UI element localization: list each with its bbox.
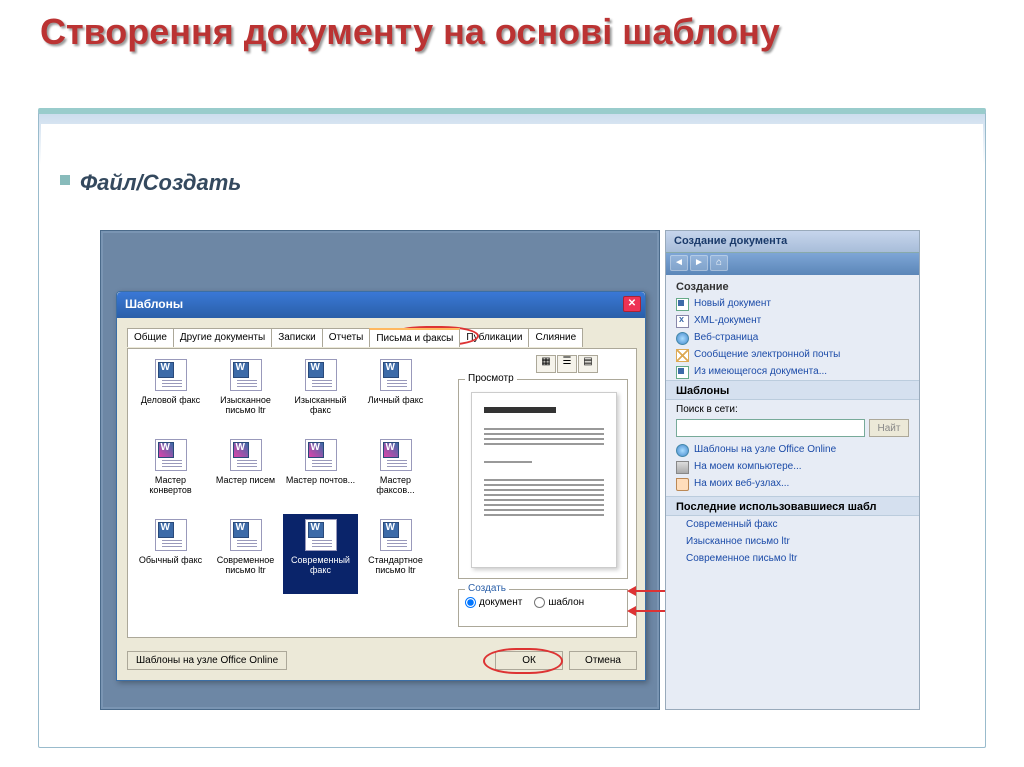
computer-icon bbox=[676, 461, 689, 474]
preview-page bbox=[471, 392, 617, 568]
screenshot-area: Шаблоны ✕ Общие Другие документы Записки… bbox=[100, 230, 920, 710]
mail-icon bbox=[676, 349, 689, 362]
slide-title: Створення документу на основі шаблону bbox=[40, 12, 780, 52]
globe-icon bbox=[676, 444, 689, 457]
bullet-icon bbox=[60, 175, 70, 185]
close-icon[interactable]: ✕ bbox=[623, 296, 641, 312]
office-online-button[interactable]: Шаблоны на узле Office Online bbox=[127, 651, 287, 670]
template-item[interactable]: Мастер писем bbox=[208, 434, 283, 514]
word-icon bbox=[305, 519, 337, 551]
dialog-tabs: Общие Другие документы Записки Отчеты Пи… bbox=[127, 328, 582, 347]
xml-icon bbox=[676, 315, 689, 328]
search-button[interactable]: Найт bbox=[869, 419, 909, 437]
tab-merge[interactable]: Слияние bbox=[528, 328, 583, 347]
tab-letters-faxes[interactable]: Письма и факсы bbox=[369, 328, 460, 347]
taskpane-item-websites[interactable]: На моих веб-узлах... bbox=[666, 475, 919, 492]
word-icon bbox=[230, 519, 262, 551]
recent-item[interactable]: Изысканное письмо ltr bbox=[666, 533, 919, 550]
wizard-icon bbox=[305, 439, 337, 471]
document-icon bbox=[676, 366, 689, 379]
taskpane-item-web[interactable]: Веб-страница bbox=[666, 329, 919, 346]
word-icon bbox=[155, 359, 187, 391]
taskpane-search: Найт bbox=[666, 415, 919, 441]
template-item[interactable]: Современное письмо ltr bbox=[208, 514, 283, 594]
word-icon bbox=[380, 359, 412, 391]
template-item[interactable]: Мастер конвертов bbox=[133, 434, 208, 514]
taskpane-item-computer[interactable]: На моем компьютере... bbox=[666, 458, 919, 475]
section-recent: Последние использовавшиеся шабл bbox=[666, 496, 919, 516]
wizard-icon bbox=[230, 439, 262, 471]
task-pane: Создание документа ◄ ► ⌂ Создание Новый … bbox=[665, 230, 920, 710]
dialog-title: Шаблоны bbox=[125, 297, 183, 311]
tab-other-docs[interactable]: Другие документы bbox=[173, 328, 272, 347]
tab-publications[interactable]: Публикации bbox=[459, 328, 529, 347]
ok-button[interactable]: ОК bbox=[495, 651, 563, 670]
nav-home-icon[interactable]: ⌂ bbox=[710, 255, 728, 271]
slide-subtitle: Файл/Создать bbox=[80, 170, 241, 196]
tab-content: Деловой факс Изысканное письмо ltr Изыск… bbox=[127, 348, 637, 638]
recent-item[interactable]: Современный факс bbox=[666, 516, 919, 533]
recent-item[interactable]: Современное письмо ltr bbox=[666, 550, 919, 567]
dialog-titlebar[interactable]: Шаблоны ✕ bbox=[117, 292, 645, 318]
globe-icon bbox=[676, 332, 689, 345]
word-icon bbox=[155, 519, 187, 551]
template-item[interactable]: Деловой факс bbox=[133, 354, 208, 434]
template-item[interactable]: Изысканный факс bbox=[283, 354, 358, 434]
section-create: Создание bbox=[666, 275, 919, 295]
taskpane-nav: ◄ ► ⌂ bbox=[666, 253, 919, 275]
tab-notes[interactable]: Записки bbox=[271, 328, 323, 347]
taskpane-item-existing[interactable]: Из имеющегося документа... bbox=[666, 363, 919, 380]
radio-document[interactable]: документ bbox=[465, 597, 522, 608]
slide: Створення документу на основі шаблону Фа… bbox=[0, 0, 1024, 767]
taskpane-title: Создание документа bbox=[666, 231, 919, 253]
template-item-selected[interactable]: Современный факс bbox=[283, 514, 358, 594]
view-large-icon[interactable]: ▦ bbox=[536, 355, 556, 373]
folder-icon bbox=[676, 478, 689, 491]
dialog-footer: Шаблоны на узле Office Online ОК Отмена bbox=[127, 651, 637, 670]
view-list-icon[interactable]: ☰ bbox=[557, 355, 577, 373]
parent-app-window: Шаблоны ✕ Общие Другие документы Записки… bbox=[100, 230, 660, 710]
template-item[interactable]: Изысканное письмо ltr bbox=[208, 354, 283, 434]
search-label: Поиск в сети: bbox=[666, 400, 919, 415]
taskpane-item-new-doc[interactable]: Новый документ bbox=[666, 295, 919, 312]
view-details-icon[interactable]: ▤ bbox=[578, 355, 598, 373]
templates-dialog: Шаблоны ✕ Общие Другие документы Записки… bbox=[116, 291, 646, 681]
radio-template[interactable]: шаблон bbox=[534, 597, 584, 608]
template-grid: Деловой факс Изысканное письмо ltr Изыск… bbox=[133, 354, 443, 624]
cancel-button[interactable]: Отмена bbox=[569, 651, 637, 670]
tab-reports[interactable]: Отчеты bbox=[322, 328, 371, 347]
word-icon bbox=[305, 359, 337, 391]
word-icon bbox=[380, 519, 412, 551]
template-item[interactable]: Мастер почтов... bbox=[283, 434, 358, 514]
template-item[interactable]: Личный факс bbox=[358, 354, 433, 434]
template-item[interactable]: Стандартное письмо ltr bbox=[358, 514, 433, 594]
taskpane-item-xml[interactable]: XML-документ bbox=[666, 312, 919, 329]
template-item[interactable]: Мастер факсов... bbox=[358, 434, 433, 514]
taskpane-item-office-online[interactable]: Шаблоны на узле Office Online bbox=[666, 441, 919, 458]
wizard-icon bbox=[155, 439, 187, 471]
document-icon bbox=[676, 298, 689, 311]
wizard-icon bbox=[380, 439, 412, 471]
taskpane-item-mail[interactable]: Сообщение электронной почты bbox=[666, 346, 919, 363]
preview-group: Просмотр bbox=[458, 379, 628, 579]
view-toolbar: ▦ ☰ ▤ bbox=[536, 355, 626, 375]
search-input[interactable] bbox=[676, 419, 865, 437]
nav-forward-icon[interactable]: ► bbox=[690, 255, 708, 271]
template-item[interactable]: Обычный факс bbox=[133, 514, 208, 594]
create-label: Создать bbox=[465, 583, 509, 594]
tab-general[interactable]: Общие bbox=[127, 328, 174, 347]
word-icon bbox=[230, 359, 262, 391]
section-templates: Шаблоны bbox=[666, 380, 919, 400]
create-group: Создать документ шаблон bbox=[458, 589, 628, 627]
nav-back-icon[interactable]: ◄ bbox=[670, 255, 688, 271]
preview-label: Просмотр bbox=[465, 373, 517, 384]
